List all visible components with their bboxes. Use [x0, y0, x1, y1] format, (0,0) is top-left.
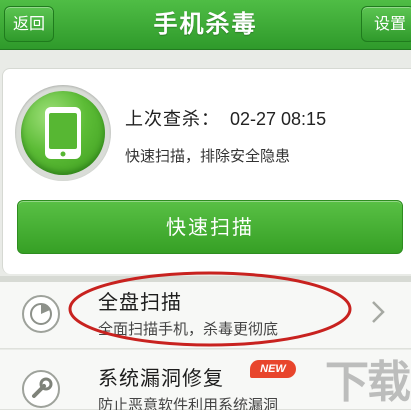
- settings-button[interactable]: 设置: [361, 6, 411, 42]
- radar-icon: [22, 295, 60, 333]
- full-scan-title: 全盘扫描: [98, 290, 182, 314]
- phone-shape: [45, 107, 81, 159]
- phone-icon: [21, 91, 105, 175]
- page-title: 手机杀毒: [153, 10, 258, 38]
- status-card: 上次查杀： 02-27 08:15 快速扫描，排除安全隐患 快速扫描: [2, 68, 411, 274]
- phone-status-icon: [15, 85, 111, 181]
- scan-subtitle: 快速扫描，排除安全隐患: [125, 147, 291, 165]
- quick-scan-button[interactable]: 快速扫描: [17, 200, 403, 254]
- last-scan-info: 上次查杀： 02-27 08:15: [125, 105, 326, 131]
- new-badge: NEW: [250, 360, 296, 378]
- list-item-full-scan[interactable]: 全盘扫描 全面扫描手机，杀毒更彻底: [0, 282, 411, 349]
- vulnerability-fix-subtitle: 防止恶意软件利用系统漏洞: [98, 396, 279, 410]
- wrench-icon: [22, 370, 60, 408]
- full-scan-subtitle: 全面扫描手机，杀毒更彻底: [98, 320, 279, 338]
- chevron-right-icon: [372, 301, 385, 323]
- list-item-vulnerability-fix[interactable]: 系统漏洞修复 NEW 防止恶意软件利用系统漏洞: [0, 350, 411, 410]
- last-scan-time: 02-27 08:15: [230, 109, 327, 129]
- top-bar: 返回 手机杀毒 设置: [0, 0, 411, 50]
- last-scan-label: 上次查杀：: [125, 109, 220, 130]
- vulnerability-fix-title: 系统漏洞修复: [98, 366, 224, 390]
